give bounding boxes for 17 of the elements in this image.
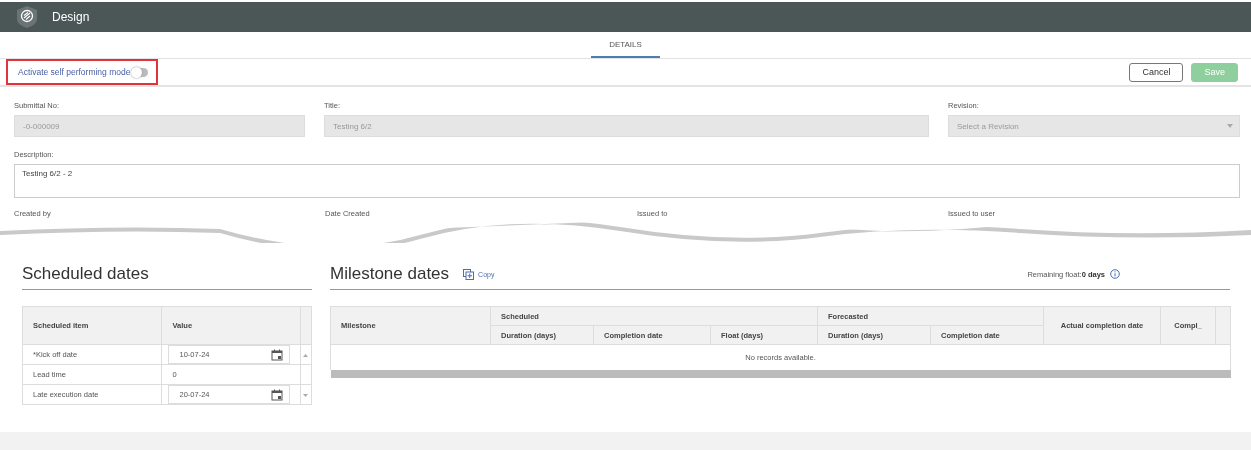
cancel-button[interactable]: Cancel	[1129, 62, 1184, 82]
logo-icon	[16, 5, 38, 29]
description-field[interactable]: Testing 6/2 - 2	[14, 164, 1240, 198]
calendar-icon[interactable]	[270, 348, 283, 361]
mode-toggle[interactable]	[132, 67, 149, 77]
scroll-down-icon[interactable]	[303, 393, 309, 397]
horizontal-scrollbar[interactable]	[330, 370, 1231, 378]
info-icon[interactable]	[1110, 269, 1120, 279]
app-title: Design	[52, 10, 90, 24]
calendar-icon[interactable]	[270, 388, 283, 401]
caret-icon	[1227, 124, 1233, 128]
copy-icon[interactable]	[463, 268, 475, 280]
section-title: Scheduled dates	[22, 264, 149, 284]
details-tab[interactable]: DETAILS	[591, 40, 660, 58]
scroll-up-icon[interactable]	[303, 353, 309, 357]
toggle-label: Activate self performing mode	[18, 67, 131, 77]
section-title: Milestone dates	[330, 264, 450, 284]
